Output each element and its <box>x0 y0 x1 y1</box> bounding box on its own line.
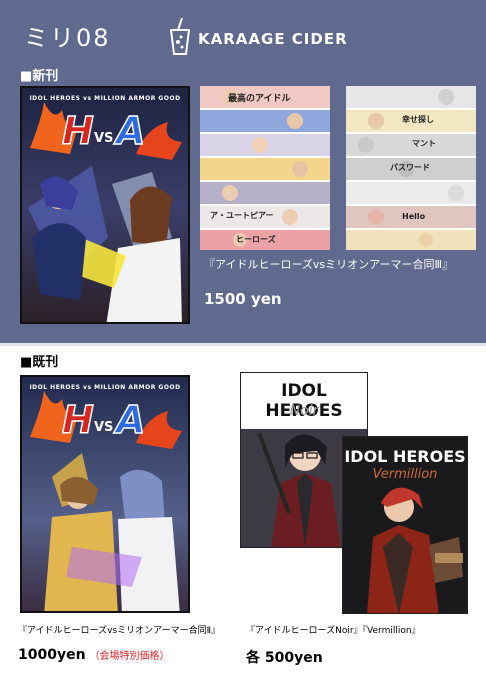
svg-text:A: A <box>113 398 145 442</box>
soda-cup-icon <box>168 16 192 56</box>
back-catalog-cover-1: H VS A IDOL HEROES vs MILLION ARMOR GOOD <box>20 375 190 613</box>
new-release-price: 1500 yen <box>204 290 282 308</box>
back-catalog-label: ■既刊 <box>20 355 59 370</box>
strip-caption: ヒーローズ <box>236 235 276 244</box>
cover-series-line: IDOL HEROES vs MILLION ARMOR GOOD <box>29 384 181 391</box>
strip-caption: Hello <box>402 212 426 221</box>
cover-series-line: IDOL HEROES vs MILLION ARMOR GOOD <box>29 95 181 102</box>
price-note: （会場特別価格） <box>89 651 170 662</box>
panel-divider <box>0 343 486 346</box>
strip-caption: ア・ユートピアー <box>210 211 274 220</box>
vermillion-series-subtitle: Vermillion <box>372 467 438 482</box>
svg-text:H: H <box>62 398 94 442</box>
strip-caption: マント <box>412 139 436 148</box>
back-catalog-price-2: 各 500yen <box>246 650 323 666</box>
back-catalog-price-1: 1000yen （会場特別価格） <box>18 647 170 663</box>
strip-caption: 幸せ探し <box>402 115 434 124</box>
strip-caption: 最高のアイドル <box>228 94 291 104</box>
event-title: ミリ08 <box>24 24 111 52</box>
vermillion-cover: IDOL HEROES Vermillion <box>342 436 468 614</box>
sample-strip-right: 幸せ探し マント パスワード Hello <box>346 86 476 250</box>
back-catalog-title-1: 『アイドルヒーローズvsミリオンアーマー合同Ⅱ』 <box>18 626 221 636</box>
new-release-title: 『アイドルヒーローズvsミリオンアーマー合同Ⅲ』 <box>204 258 454 271</box>
circle-logo-text: KARAAGE CIDER <box>198 30 348 48</box>
circle-logo: KARAAGE CIDER <box>168 8 348 56</box>
svg-text:A: A <box>113 109 145 153</box>
svg-text:VS: VS <box>94 131 113 146</box>
back-catalog-title-2: 『アイドルヒーローズNoir』『Vermillion』 <box>246 626 421 636</box>
vermillion-series-title: IDOL HEROES <box>344 447 466 466</box>
svg-text:VS: VS <box>94 420 113 435</box>
new-release-label: ■新刊 <box>20 69 59 84</box>
noir-series-subtitle: Noir <box>289 403 319 419</box>
sample-strip-left: 最高のアイドル ア・ユートピアー ヒーローズ <box>200 86 330 250</box>
new-release-cover: H VS A IDOL HEROES vs MILLION ARMOR GOOD <box>20 86 190 324</box>
strip-caption: パスワード <box>390 163 430 172</box>
svg-text:H: H <box>62 109 94 153</box>
price-value: 1000yen <box>18 647 86 663</box>
